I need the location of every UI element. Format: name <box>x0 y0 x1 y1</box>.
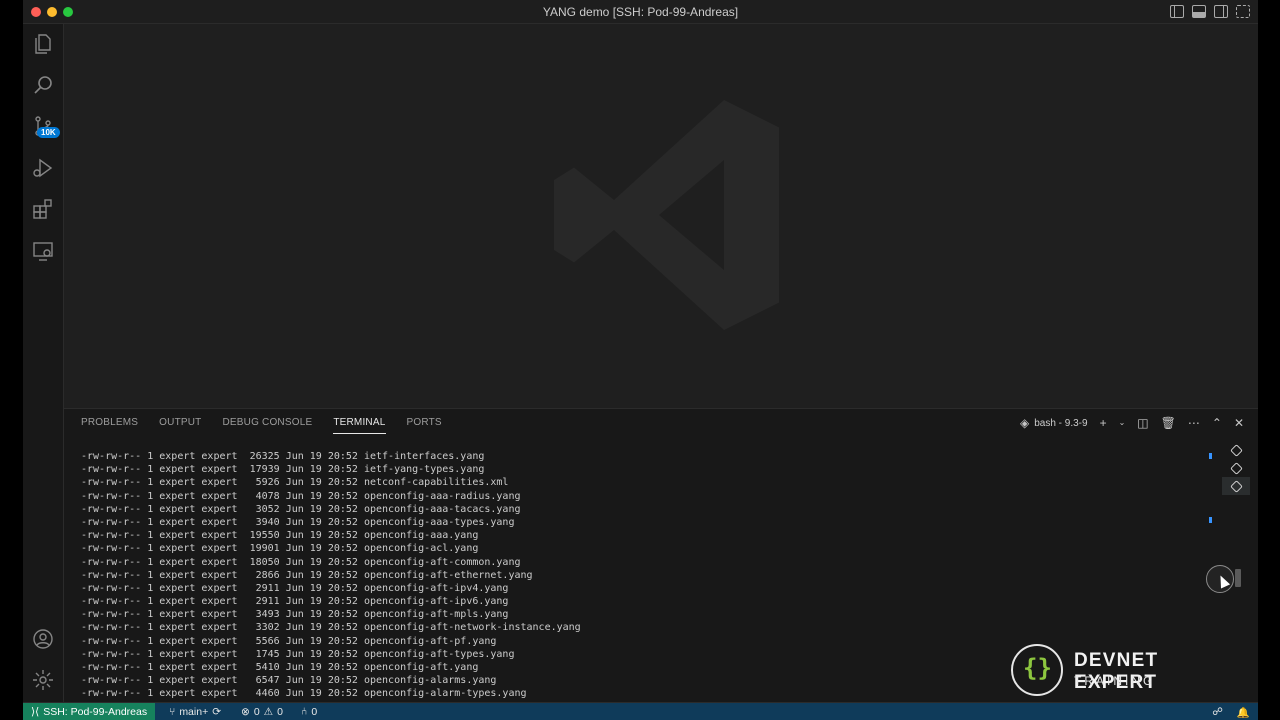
ports-indicator[interactable]: ⑃ 0 <box>301 703 317 720</box>
error-count: 0 <box>253 706 260 718</box>
warning-icon: ⚠ <box>263 706 274 718</box>
terminal-line: -rw-rw-r-- 1 expert expert 17939 Jun 19 … <box>81 464 485 476</box>
remote-label: SSH: Pod-99-Andreas <box>43 706 148 718</box>
window-title: YANG demo [SSH: Pod-99-Andreas] <box>542 5 739 19</box>
tab-output[interactable]: OUTPUT <box>159 417 201 434</box>
devnet-logo-subtitle: TRAINING <box>1074 674 1156 688</box>
terminal-tab-1[interactable] <box>1222 441 1250 459</box>
account-icon[interactable] <box>31 627 55 651</box>
terminal-line: -rw-rw-r-- 1 expert expert 19901 Jun 19 … <box>81 543 479 555</box>
ports-count: 0 <box>311 706 318 718</box>
terminal-tab-3[interactable] <box>1222 477 1250 495</box>
terminal-line: -rw-rw-r-- 1 expert expert 3052 Jun 19 2… <box>81 503 521 515</box>
terminal-line: -rw-rw-r-- 1 expert expert 2911 Jun 19 2… <box>81 596 509 608</box>
devnet-logo-brace: {} <box>1023 654 1052 682</box>
notifications-bell-icon[interactable]: 🔔 <box>1237 706 1250 719</box>
terminal-1-icon <box>1229 443 1243 457</box>
terminal-scrollbar[interactable] <box>1235 569 1241 587</box>
tab-terminal[interactable]: TERMINAL <box>333 417 386 434</box>
run-debug-icon[interactable] <box>31 156 55 180</box>
activity-bar: 10K <box>23 24 64 702</box>
toggle-primary-sidebar-icon[interactable] <box>1170 5 1184 18</box>
title-bar: YANG demo [SSH: Pod-99-Andreas] <box>23 0 1258 24</box>
terminal-line: -rw-rw-r-- 1 expert expert 3493 Jun 19 2… <box>81 609 509 621</box>
remote-explorer-icon[interactable] <box>31 239 55 263</box>
tab-debug-console[interactable]: DEBUG CONSOLE <box>222 417 312 434</box>
new-terminal-icon[interactable]: + <box>1100 417 1107 429</box>
source-control-badge: 10K <box>37 127 60 138</box>
problems-indicator[interactable]: ⊗ 0 ⚠ 0 <box>241 703 283 720</box>
ports-icon: ⑃ <box>301 706 308 718</box>
warning-count: 0 <box>277 706 283 718</box>
terminal-2-icon <box>1229 461 1243 475</box>
search-icon[interactable] <box>31 73 55 97</box>
tab-problems[interactable]: PROBLEMS <box>81 417 138 434</box>
close-panel-icon[interactable]: ✕ <box>1234 417 1244 429</box>
remote-indicator[interactable]: ⟩⟨ SSH: Pod-99-Andreas <box>23 703 156 720</box>
toggle-panel-icon[interactable] <box>1192 5 1206 18</box>
branch-icon: ⑂ <box>169 706 176 718</box>
status-bar: ⟩⟨ SSH: Pod-99-Andreas ⑂ main+ ⟳ ⊗ 0 ⚠ 0… <box>23 702 1258 720</box>
maximize-panel-icon[interactable]: ⌃ <box>1212 417 1222 429</box>
terminal-line: -rw-rw-r-- 1 expert expert 2911 Jun 19 2… <box>81 582 509 594</box>
terminal-line: -rw-rw-r-- 1 expert expert 19550 Jun 19 … <box>81 530 479 542</box>
terminal-line: -rw-rw-r-- 1 expert expert 5926 Jun 19 2… <box>81 477 509 489</box>
branch-indicator[interactable]: ⑂ main+ ⟳ <box>169 703 221 720</box>
shell-label: bash - 9.3-9 <box>1034 417 1088 429</box>
error-icon: ⊗ <box>241 706 250 718</box>
remote-icon: ⟩⟨ <box>31 706 40 718</box>
more-actions-icon[interactable]: ⋯ <box>1188 417 1200 429</box>
toggle-secondary-sidebar-icon[interactable] <box>1214 5 1228 18</box>
split-terminal-icon[interactable]: ◫ <box>1137 417 1148 429</box>
branch-label: main+ <box>179 706 209 718</box>
devnet-expert-logo: {} DEVNET EXPERT TRAINING <box>1011 644 1241 696</box>
customize-layout-icon[interactable] <box>1236 5 1250 18</box>
sync-icon: ⟳ <box>212 706 222 718</box>
tab-ports[interactable]: PORTS <box>407 417 442 434</box>
editor-area <box>64 24 1258 408</box>
terminal-icon: ◈ <box>1019 416 1030 430</box>
bottom-panel: PROBLEMS OUTPUT DEBUG CONSOLE TERMINAL P… <box>64 408 1258 702</box>
terminal-line: -rw-rw-r-- 1 expert expert 3940 Jun 19 2… <box>81 516 515 528</box>
terminal-line: -rw-rw-r-- 1 expert expert 2866 Jun 19 2… <box>81 569 533 581</box>
terminal-tabs-list <box>1222 441 1250 495</box>
terminal-shell-selector[interactable]: ◈ bash - 9.3-9 <box>1020 417 1088 429</box>
terminal-3-icon <box>1229 479 1243 493</box>
trash-icon[interactable]: 🗑 <box>1161 417 1176 429</box>
terminal-line: -rw-rw-r-- 1 expert expert 26325 Jun 19 … <box>81 451 485 462</box>
chevron-down-icon[interactable]: ⌄ <box>1119 417 1126 429</box>
vscode-watermark-icon <box>554 100 779 330</box>
panel-tabs: PROBLEMS OUTPUT DEBUG CONSOLE TERMINAL P… <box>81 417 442 434</box>
files-icon[interactable] <box>31 32 55 56</box>
vscode-window: YANG demo [SSH: Pod-99-Andreas] 10K PROB… <box>23 0 1258 720</box>
terminal-line: -rw-rw-r-- 1 expert expert 3302 Jun 19 2… <box>81 622 581 634</box>
extensions-icon[interactable] <box>31 197 55 221</box>
settings-gear-icon[interactable] <box>31 668 55 692</box>
terminal-tab-2[interactable] <box>1222 459 1250 477</box>
feedback-icon[interactable]: ☍ <box>1212 706 1223 718</box>
terminal-line: -rw-rw-r-- 1 expert expert 18050 Jun 19 … <box>81 556 521 568</box>
terminal-line: -rw-rw-r-- 1 expert expert 4078 Jun 19 2… <box>81 490 521 502</box>
